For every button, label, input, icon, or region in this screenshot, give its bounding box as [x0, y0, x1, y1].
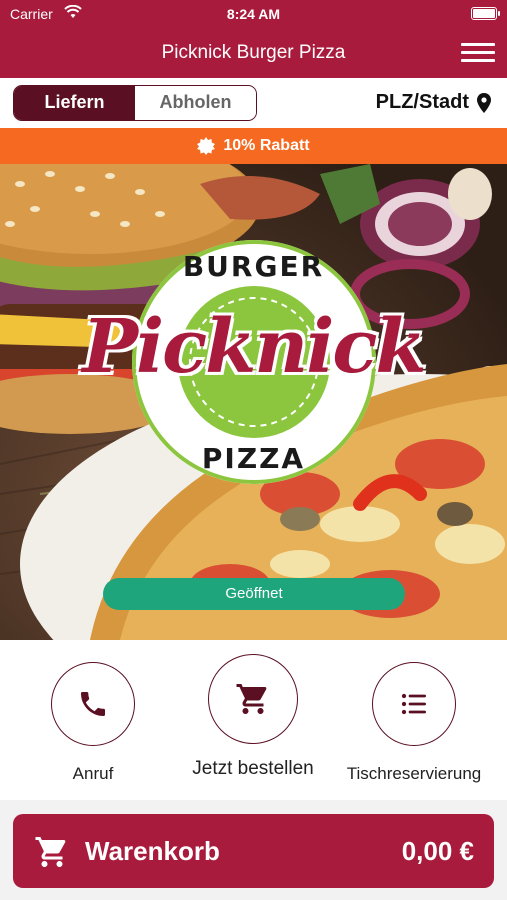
location-selector[interactable]: PLZ/Stadt: [376, 91, 491, 114]
location-label: PLZ/Stadt: [375, 91, 469, 113]
status-bar: Carrier 8:24 AM: [0, 0, 507, 28]
phone-icon: [81, 692, 105, 716]
cart-icon: [236, 684, 267, 714]
hero-image: BURGER Picknick PIZZA: [0, 164, 507, 640]
nav-bar: Picknick Burger Pizza: [0, 28, 507, 78]
quick-actions: Anruf Jetzt bestellen Tischreservierung: [0, 640, 507, 800]
map-pin-icon: [477, 92, 491, 113]
logo-top-text: BURGER: [182, 250, 325, 283]
battery-icon: [471, 7, 500, 20]
call-action[interactable]: Anruf: [51, 662, 135, 784]
call-button[interactable]: [51, 662, 135, 746]
list-icon: [401, 693, 426, 715]
order-button[interactable]: [208, 654, 298, 744]
call-label: Anruf: [72, 764, 114, 783]
promo-text: 10% Rabatt: [223, 137, 310, 154]
order-label: Jetzt bestellen: [192, 758, 314, 779]
order-mode-toggle: Liefern Abholen: [13, 85, 257, 121]
cart-button[interactable]: Warenkorb 0,00 €: [13, 814, 494, 888]
reservation-button[interactable]: [372, 662, 456, 746]
food-photo: [0, 164, 507, 640]
logo-bottom-text: PIZZA: [201, 442, 306, 475]
cart-label: Warenkorb: [85, 836, 220, 866]
order-toolbar: Liefern Abholen PLZ/Stadt: [0, 78, 507, 128]
tab-abholen[interactable]: Abholen: [135, 86, 256, 120]
open-status-badge[interactable]: Geöffnet: [103, 578, 405, 610]
hamburger-menu-icon[interactable]: [461, 38, 495, 68]
badge-icon: [197, 137, 216, 155]
logo-main-text: Picknick: [82, 304, 426, 390]
tab-liefern[interactable]: Liefern: [14, 86, 135, 120]
promo-banner: 10% Rabatt: [0, 128, 507, 164]
reservation-label: Tischreservierung: [346, 764, 482, 783]
reservation-action[interactable]: Tischreservierung: [347, 662, 481, 784]
cart-icon: [35, 837, 66, 867]
app-title: Picknick Burger Pizza: [161, 42, 346, 63]
cart-total: 0,00 €: [401, 836, 474, 866]
clock: 8:24 AM: [226, 6, 281, 22]
order-action[interactable]: Jetzt bestellen: [192, 654, 314, 780]
